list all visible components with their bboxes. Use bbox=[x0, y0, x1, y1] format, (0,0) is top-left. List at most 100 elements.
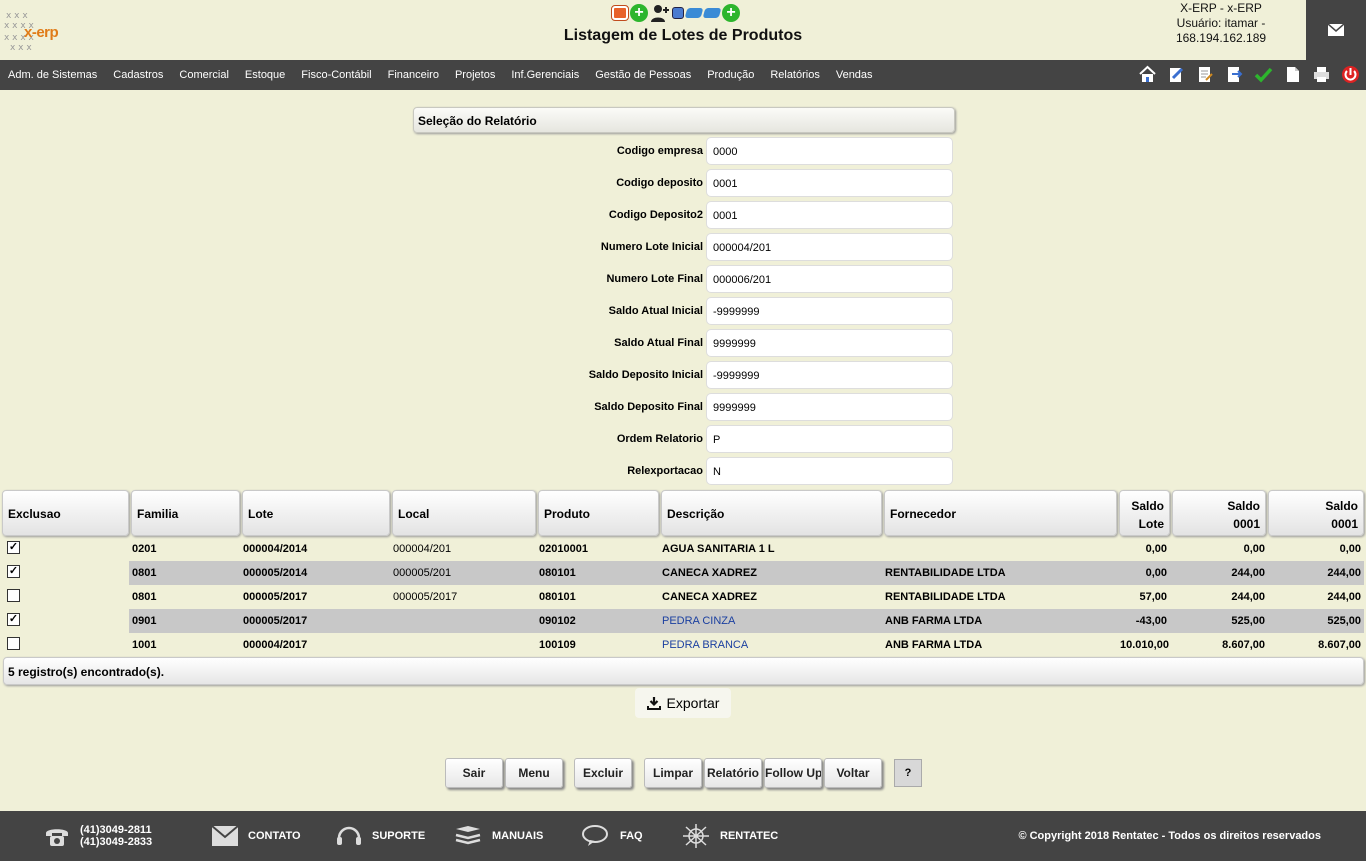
cell-saldo-0001-a: 244,00 bbox=[1231, 591, 1265, 603]
user-add-icon[interactable] bbox=[650, 4, 670, 22]
field-numero-lote-final: Numero Lote Final 000006/201 bbox=[420, 265, 955, 295]
menu-producao[interactable]: Produção bbox=[707, 69, 754, 81]
relatorio-button[interactable]: Relatório bbox=[704, 758, 762, 788]
menu-fisco-contabil[interactable]: Fisco-Contábil bbox=[301, 69, 371, 81]
printer-icon[interactable] bbox=[1312, 65, 1331, 84]
cell-familia: 0201 bbox=[132, 543, 157, 555]
menu-projetos[interactable]: Projetos bbox=[455, 69, 495, 81]
main-menu-bar: Adm. de Sistemas Cadastros Comercial Est… bbox=[0, 60, 1366, 90]
add-green-icon[interactable]: + bbox=[630, 4, 648, 22]
numero-lote-inicial-input[interactable]: 000004/201 bbox=[706, 233, 953, 261]
col-header-saldo-lote[interactable]: Saldo Lote bbox=[1119, 490, 1170, 536]
envelope-icon bbox=[212, 826, 238, 846]
saldo-atual-final-input[interactable]: 9999999 bbox=[706, 329, 953, 357]
menu-vendas[interactable]: Vendas bbox=[836, 69, 873, 81]
menu-estoque[interactable]: Estoque bbox=[245, 69, 285, 81]
saldo-atual-inicial-input[interactable]: -9999999 bbox=[706, 297, 953, 325]
table-row[interactable]: 1001 000004/2017 100109 PEDRA BRANCA ANB… bbox=[0, 633, 1366, 657]
relexportacao-input[interactable]: N bbox=[706, 457, 953, 485]
numero-lote-final-input[interactable]: 000006/201 bbox=[706, 265, 953, 293]
phone-number: (41)3049-2811 bbox=[80, 824, 152, 836]
col-header-line: Saldo bbox=[1131, 499, 1164, 513]
menu-financeiro[interactable]: Financeiro bbox=[388, 69, 439, 81]
field-label: Ordem Relatorio bbox=[616, 433, 703, 445]
footer-contato-link[interactable]: CONTATO bbox=[212, 811, 301, 861]
cell-produto: 080101 bbox=[539, 591, 576, 603]
cell-descricao-link[interactable]: PEDRA CINZA bbox=[659, 609, 882, 633]
power-exit-icon[interactable] bbox=[1341, 65, 1360, 84]
app-header: x x xx x x x x x x xx x x x-erp + + List… bbox=[0, 0, 1366, 60]
menu-inf-gerenciais[interactable]: Inf.Gerenciais bbox=[511, 69, 579, 81]
saldo-deposito-final-input[interactable]: 9999999 bbox=[706, 393, 953, 421]
codigo-deposito-input[interactable]: 0001 bbox=[706, 169, 953, 197]
ordem-relatorio-input[interactable]: P bbox=[706, 425, 953, 453]
menu-relatorios[interactable]: Relatórios bbox=[770, 69, 820, 81]
col-header-produto[interactable]: Produto bbox=[538, 490, 659, 536]
col-header-saldo-0001-b[interactable]: Saldo 0001 bbox=[1268, 490, 1364, 536]
card-blue-2-icon[interactable] bbox=[702, 8, 722, 18]
cell-lote: 000004/2017 bbox=[243, 639, 308, 651]
field-label: Numero Lote Final bbox=[606, 273, 703, 285]
table-row[interactable]: ✓ 0901 000005/2017 090102 PEDRA CINZA AN… bbox=[0, 609, 1366, 633]
cell-descricao-link[interactable]: PEDRA BRANCA bbox=[659, 633, 882, 657]
cell-saldo-lote: 0,00 bbox=[1117, 561, 1170, 585]
cell-saldo-lote: -43,00 bbox=[1117, 609, 1170, 633]
table-row[interactable]: ✓ 0801 000005/2014 000005/201 080101 CAN… bbox=[0, 561, 1366, 585]
download-icon bbox=[646, 697, 661, 710]
mail-button[interactable] bbox=[1306, 0, 1366, 60]
field-label: Saldo Deposito Final bbox=[594, 401, 703, 413]
col-header-saldo-0001-a[interactable]: Saldo 0001 bbox=[1172, 490, 1266, 536]
help-button[interactable]: ? bbox=[894, 759, 922, 787]
menu-comercial[interactable]: Comercial bbox=[179, 69, 229, 81]
field-saldo-atual-final: Saldo Atual Final 9999999 bbox=[420, 329, 955, 359]
follow-up-button[interactable]: Follow Up bbox=[764, 758, 822, 788]
field-label: Codigo Deposito2 bbox=[608, 209, 703, 221]
document-pen-icon[interactable] bbox=[1196, 65, 1215, 84]
menu-cadastros[interactable]: Cadastros bbox=[113, 69, 163, 81]
table-row[interactable]: 0801 000005/2017 000005/2017 080101 CANE… bbox=[0, 585, 1366, 609]
col-header-fornecedor[interactable]: Fornecedor bbox=[884, 490, 1117, 536]
row-exclusao-checkbox[interactable]: ✓ bbox=[7, 565, 20, 578]
menu-gestao-pessoas[interactable]: Gestão de Pessoas bbox=[595, 69, 691, 81]
computer-icon[interactable] bbox=[672, 7, 684, 19]
saldo-deposito-inicial-input[interactable]: -9999999 bbox=[706, 361, 953, 389]
sair-button[interactable]: Sair bbox=[445, 758, 503, 788]
excluir-button[interactable]: Excluir bbox=[574, 758, 632, 788]
new-document-icon[interactable] bbox=[1283, 65, 1302, 84]
limpar-button[interactable]: Limpar bbox=[644, 758, 702, 788]
col-header-lote[interactable]: Lote bbox=[242, 490, 390, 536]
col-header-descricao[interactable]: Descrição bbox=[661, 490, 882, 536]
row-exclusao-checkbox[interactable] bbox=[7, 589, 20, 602]
row-exclusao-checkbox[interactable] bbox=[7, 637, 20, 650]
menu-button[interactable]: Menu bbox=[505, 758, 563, 788]
footer-rentatec-link[interactable]: RENTATEC bbox=[682, 811, 778, 861]
edit-document-icon[interactable] bbox=[1167, 65, 1186, 84]
col-header-exclusao[interactable]: Exclusao bbox=[2, 490, 129, 536]
voltar-button[interactable]: Voltar bbox=[824, 758, 882, 788]
field-saldo-deposito-inicial: Saldo Deposito Inicial -9999999 bbox=[420, 361, 955, 391]
row-exclusao-checkbox[interactable]: ✓ bbox=[7, 541, 20, 554]
row-exclusao-checkbox[interactable]: ✓ bbox=[7, 613, 20, 626]
col-header-local[interactable]: Local bbox=[392, 490, 536, 536]
cell-fornecedor: ANB FARMA LTDA bbox=[882, 609, 1117, 633]
export-button[interactable]: Exportar bbox=[635, 688, 731, 718]
powerpoint-icon[interactable] bbox=[611, 5, 629, 21]
check-icon[interactable] bbox=[1254, 65, 1273, 84]
menu-adm-sistemas[interactable]: Adm. de Sistemas bbox=[8, 69, 97, 81]
card-blue-icon[interactable] bbox=[684, 8, 704, 18]
cell-fornecedor: RENTABILIDADE LTDA bbox=[885, 591, 1006, 603]
add-green-2-icon[interactable]: + bbox=[722, 4, 740, 22]
footer-suporte-link[interactable]: SUPORTE bbox=[336, 811, 425, 861]
codigo-deposito2-input[interactable]: 0001 bbox=[706, 201, 953, 229]
headset-icon bbox=[337, 826, 361, 845]
col-header-line: Lote bbox=[1138, 517, 1164, 531]
document-arrow-icon[interactable] bbox=[1225, 65, 1244, 84]
table-row[interactable]: ✓ 0201 000004/2014 000004/201 02010001 A… bbox=[0, 537, 1366, 561]
footer-faq-link[interactable]: FAQ bbox=[582, 811, 643, 861]
phone-icon bbox=[46, 829, 68, 846]
col-header-familia[interactable]: Familia bbox=[131, 490, 240, 536]
cell-saldo-0001-b: 244,00 bbox=[1268, 561, 1364, 585]
home-icon[interactable] bbox=[1138, 65, 1157, 84]
codigo-empresa-input[interactable]: 0000 bbox=[706, 137, 953, 165]
footer-manuais-link[interactable]: MANUAIS bbox=[454, 811, 543, 861]
